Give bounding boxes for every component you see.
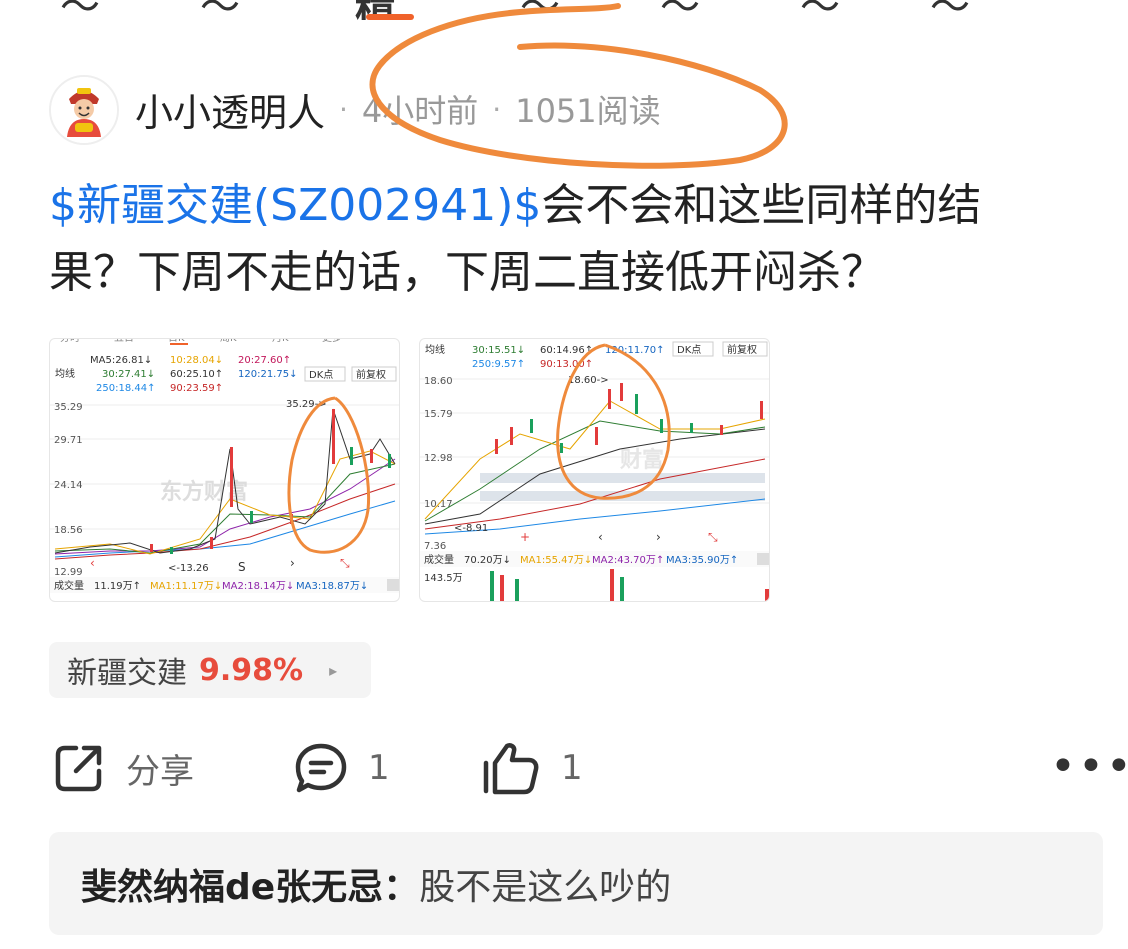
volume-axis-label: 143.5万 <box>424 573 463 584</box>
comment-author[interactable]: 斐然纳福de张无忌 <box>81 858 383 910</box>
peak-label: 18.60-> <box>568 375 609 386</box>
separator: · <box>339 92 348 126</box>
ma-selector: 均线 <box>425 343 445 356</box>
ma-value: 60:25.10↑ <box>170 369 223 380</box>
more-options-icon[interactable]: ••• <box>1050 745 1128 789</box>
chart-tab: 分时 <box>60 339 80 344</box>
y-axis-label: 18.60 <box>424 376 453 387</box>
ma-value: 120:21.75↓ <box>238 369 297 380</box>
peak-label: 35.29-> <box>286 399 327 410</box>
tab-fragment[interactable]: 〜 <box>520 0 560 20</box>
ma-value: MA5:26.81↓ <box>90 355 152 366</box>
y-axis-label: 12.99 <box>54 567 83 578</box>
post-time: 4小时前 <box>361 92 479 130</box>
share-button[interactable]: 分享 <box>52 740 194 796</box>
volume-value: MA1:11.17万↓ <box>150 581 222 592</box>
comment-colon: ： <box>383 866 420 908</box>
ma-value: 20:27.60↑ <box>238 355 291 366</box>
tab-fragment[interactable]: 〜 <box>800 0 840 20</box>
volume-value: MA3:35.90万↑ <box>666 555 738 566</box>
chart-expand-icon: ⤡ <box>708 530 718 544</box>
active-tab-indicator <box>366 14 414 20</box>
comment-button[interactable]: 1 <box>294 740 390 796</box>
low-label: <-8.91 <box>454 523 488 534</box>
chart-tab: 五日 <box>114 339 134 344</box>
avatar[interactable] <box>49 75 119 145</box>
chart-tab: 月K <box>272 339 289 344</box>
ma-value: 10:28.04↓ <box>170 355 223 366</box>
caishen-avatar-icon <box>51 77 117 143</box>
dk-button: DK点 <box>677 344 701 356</box>
fq-button: 前复权 <box>727 343 757 356</box>
ma-value: 90:23.59↑ <box>170 383 223 394</box>
volume-value: 70.20万↓ <box>464 555 511 566</box>
y-axis-label: 24.14 <box>54 480 83 491</box>
chart-scroll-left-icon: ‹ <box>90 556 95 570</box>
chart-expand-icon: ⤡ <box>340 556 350 570</box>
top-comment[interactable]: 斐然纳福de张无忌：股不是这么吵的 <box>49 832 1103 935</box>
kline-chart-2: 均线 30:15.51↓ 60:14.96↑ 120:11.70↑ 250:9.… <box>420 341 769 601</box>
separator: · <box>492 92 502 126</box>
volume-value: MA2:43.70万↑ <box>592 555 664 566</box>
chart-add-icon: + <box>520 530 530 544</box>
chevron-right-icon: ▸ <box>329 660 338 680</box>
ma-value: 30:27.41↓ <box>102 369 155 380</box>
ma-value: 30:15.51↓ <box>472 345 525 356</box>
dk-button: DK点 <box>309 369 333 381</box>
stock-name: 新疆交建 <box>67 656 187 691</box>
tab-fragment[interactable]: 〜 <box>930 0 970 20</box>
post-image-1[interactable]: 分时 五日 日K 周K 月K 更多 MA5:26.81↓ 10:28.04↓ 2… <box>49 338 400 602</box>
y-axis-label: 12.98 <box>424 453 453 464</box>
comment-count: 1 <box>368 748 390 788</box>
s-marker: S <box>238 560 246 574</box>
y-axis-label: 15.79 <box>424 409 453 420</box>
post-meta: 小小透明人 · 4小时前 · 1051阅读 <box>135 82 661 137</box>
comment-icon <box>295 743 347 793</box>
volume-label: 成交量 <box>54 579 84 592</box>
post-text-line2: 果？下周不走的话，下周二直接低开闷杀？ <box>49 247 885 298</box>
chart-scroll-right-icon: › <box>290 556 295 570</box>
volume-label: 成交量 <box>424 553 454 566</box>
volume-value: 11.19万↑ <box>94 581 141 592</box>
chart-tab: 周K <box>220 339 237 344</box>
ma-value: 60:14.96↑ <box>540 345 593 356</box>
y-axis-label: 7.36 <box>424 541 446 552</box>
volume-value: MA2:18.14万↓ <box>222 581 294 592</box>
low-label: <-13.26 <box>168 563 209 574</box>
watermark: 财富 <box>620 447 664 473</box>
like-button[interactable]: 1 <box>481 740 583 796</box>
volume-value: MA3:18.87万↓ <box>296 581 368 592</box>
stock-link[interactable]: $新疆交建(SZ002941)$ <box>49 180 541 231</box>
post-body: $新疆交建(SZ002941)$会不会和这些同样的结 果？下周不走的话，下周二直… <box>49 172 1099 306</box>
fq-button: 前复权 <box>356 368 386 381</box>
y-axis-label: 29.71 <box>54 435 83 446</box>
stock-change: 9.98% <box>199 652 304 688</box>
tab-fragment[interactable]: 〜 <box>200 0 240 20</box>
stock-chip[interactable]: 新疆交建 9.98% ▸ <box>49 642 371 698</box>
thumbs-up-icon <box>483 743 539 795</box>
ma-value: 120:11.70↑ <box>605 345 664 356</box>
chart-scroll-left-icon: ‹ <box>598 530 603 544</box>
kline-chart-1: 分时 五日 日K 周K 月K 更多 MA5:26.81↓ 10:28.04↓ 2… <box>50 339 399 593</box>
top-tab-bar: 〜 〜 精 〜 〜 〜 〜 <box>0 0 1128 20</box>
share-icon <box>55 745 102 792</box>
like-count: 1 <box>561 748 583 788</box>
y-axis-label: 18.56 <box>54 525 83 536</box>
y-axis-label: 35.29 <box>54 402 83 413</box>
comment-text: 股不是这么吵的 <box>419 866 672 908</box>
post-text-line1: 会不会和这些同样的结 <box>541 180 982 231</box>
author-name[interactable]: 小小透明人 <box>135 82 325 137</box>
tab-fragment[interactable]: 〜 <box>660 0 700 20</box>
ma-selector: 均线 <box>55 367 75 380</box>
ma-value: 250:9.57↑ <box>472 359 525 370</box>
ma-value: 90:13.00↑ <box>540 359 593 370</box>
tab-fragment[interactable]: 〜 <box>60 0 100 20</box>
volume-value: MA1:55.47万↓ <box>520 555 592 566</box>
chart-scroll-right-icon: › <box>656 530 661 544</box>
share-label: 分享 <box>126 751 194 792</box>
ma-value: 250:18.44↑ <box>96 383 155 394</box>
read-count: 1051阅读 <box>515 92 661 130</box>
chart-tab: 更多 <box>322 339 342 344</box>
post-image-2[interactable]: 均线 30:15.51↓ 60:14.96↑ 120:11.70↑ 250:9.… <box>419 338 770 602</box>
